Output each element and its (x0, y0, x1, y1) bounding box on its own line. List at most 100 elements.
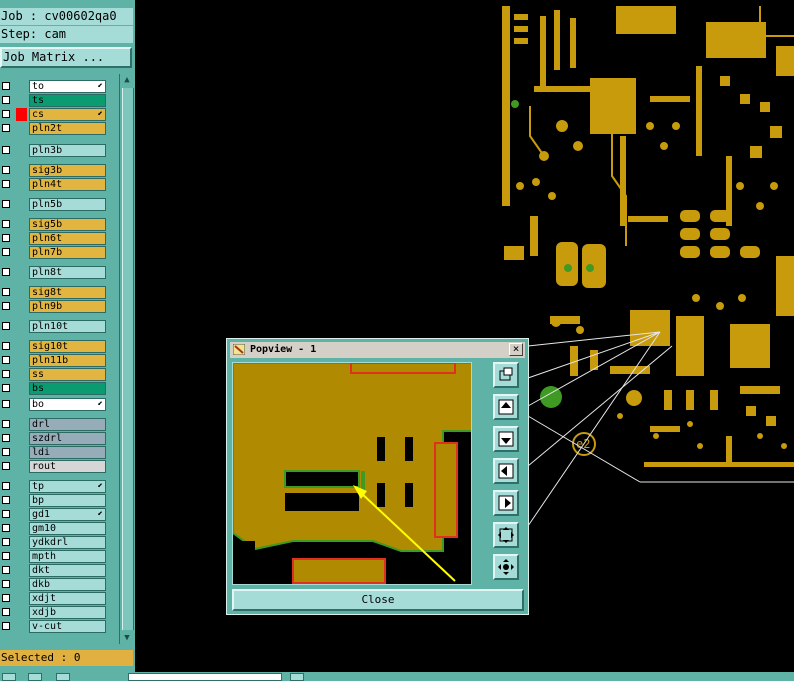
layer-row[interactable]: sig10t (0, 340, 118, 353)
layer-row[interactable]: pln8t (0, 266, 118, 279)
toolbar-button[interactable] (28, 673, 42, 681)
layer-checkbox[interactable] (2, 234, 10, 242)
popview-title-bar[interactable]: Popview - 1 × (230, 342, 525, 358)
layer-row[interactable]: pln5b (0, 198, 118, 211)
layer-row[interactable]: bp (0, 494, 118, 507)
layer-name-label[interactable]: xdjt (29, 592, 106, 605)
layer-checkbox[interactable] (2, 302, 10, 310)
layer-row[interactable]: pln9b (0, 300, 118, 313)
layer-name-label[interactable]: v-cut (29, 620, 106, 633)
layer-name-label[interactable]: sig3b (29, 164, 106, 177)
command-input[interactable] (128, 673, 282, 681)
layer-name-label[interactable]: pln6t (29, 232, 106, 245)
job-matrix-button[interactable]: Job Matrix ... (0, 47, 132, 68)
layer-checkbox[interactable] (2, 96, 10, 104)
layer-row[interactable]: dkb (0, 578, 118, 591)
layer-checkbox[interactable] (2, 420, 10, 428)
layer-name-label[interactable]: pln3b (29, 144, 106, 157)
toolbar-button[interactable] (56, 673, 70, 681)
layer-row[interactable]: szdrl (0, 432, 118, 445)
layer-row[interactable]: drl (0, 418, 118, 431)
pan-right-button[interactable] (493, 490, 519, 516)
board-view[interactable]: e2 (500, 6, 794, 670)
layer-list-scrollbar[interactable]: ▲ ▼ (119, 74, 134, 644)
layer-checkbox[interactable] (2, 356, 10, 364)
layer-name-label[interactable]: cs ⬋ (29, 108, 106, 121)
layer-checkbox[interactable] (2, 448, 10, 456)
layer-checkbox[interactable] (2, 482, 10, 490)
layer-name-label[interactable]: rout (29, 460, 106, 473)
zoom-window-button[interactable] (493, 362, 519, 388)
layer-checkbox[interactable] (2, 268, 10, 276)
layer-row[interactable]: gd1 ⬋ (0, 508, 118, 521)
layer-row[interactable]: sig8t (0, 286, 118, 299)
layer-row[interactable]: xdjb (0, 606, 118, 619)
layer-checkbox[interactable] (2, 400, 10, 408)
layer-row[interactable]: gm10 (0, 522, 118, 535)
layer-name-label[interactable]: dkt (29, 564, 106, 577)
layer-row[interactable]: bs (0, 382, 118, 395)
layer-checkbox[interactable] (2, 434, 10, 442)
layer-name-label[interactable]: pln2t (29, 122, 106, 135)
scroll-down-icon[interactable]: ▼ (121, 632, 133, 644)
layer-row[interactable]: pln6t (0, 232, 118, 245)
layer-row[interactable]: xdjt (0, 592, 118, 605)
layer-checkbox[interactable] (2, 510, 10, 518)
layer-name-label[interactable]: pln4t (29, 178, 106, 191)
layer-name-label[interactable]: sig5b (29, 218, 106, 231)
layer-name-label[interactable]: dkb (29, 578, 106, 591)
layer-row[interactable]: rout (0, 460, 118, 473)
layer-name-label[interactable]: pln9b (29, 300, 106, 313)
layer-checkbox[interactable] (2, 594, 10, 602)
popview-canvas[interactable] (232, 362, 474, 585)
layer-checkbox[interactable] (2, 622, 10, 630)
layer-checkbox[interactable] (2, 608, 10, 616)
layer-name-label[interactable]: sig8t (29, 286, 106, 299)
layer-name-label[interactable]: gm10 (29, 522, 106, 535)
layer-row[interactable]: tp ⬋ (0, 480, 118, 493)
layer-name-label[interactable]: bo ⬋ (29, 398, 106, 411)
layer-row[interactable]: pln4t (0, 178, 118, 191)
layer-row[interactable]: v-cut (0, 620, 118, 633)
layer-checkbox[interactable] (2, 166, 10, 174)
layer-name-label[interactable]: mpth (29, 550, 106, 563)
zoom-fit-button[interactable] (493, 522, 519, 548)
layer-row[interactable]: pln10t (0, 320, 118, 333)
layer-name-label[interactable]: tp ⬋ (29, 480, 106, 493)
layer-name-label[interactable]: szdrl (29, 432, 106, 445)
layer-row[interactable]: sig3b (0, 164, 118, 177)
scrollbar-track[interactable] (122, 88, 134, 630)
layer-row[interactable]: sig5b (0, 218, 118, 231)
layer-name-label[interactable]: pln11b (29, 354, 106, 367)
layer-checkbox[interactable] (2, 552, 10, 560)
layer-row[interactable]: ss (0, 368, 118, 381)
layer-name-label[interactable]: ydkdrl (29, 536, 106, 549)
layer-checkbox[interactable] (2, 462, 10, 470)
layer-checkbox[interactable] (2, 496, 10, 504)
layer-name-label[interactable]: pln7b (29, 246, 106, 259)
layer-checkbox[interactable] (2, 322, 10, 330)
layer-checkbox[interactable] (2, 248, 10, 256)
layer-checkbox[interactable] (2, 566, 10, 574)
layer-row[interactable]: ts (0, 94, 118, 107)
layer-name-label[interactable]: to ⬋ (29, 80, 106, 93)
layer-checkbox[interactable] (2, 384, 10, 392)
pan-left-button[interactable] (493, 458, 519, 484)
layer-row[interactable]: mpth (0, 550, 118, 563)
zoom-home-button[interactable] (493, 554, 519, 580)
layer-row[interactable]: bo ⬋ (0, 398, 118, 411)
layer-checkbox[interactable] (2, 220, 10, 228)
layer-checkbox[interactable] (2, 538, 10, 546)
layer-name-label[interactable]: drl (29, 418, 106, 431)
layer-name-label[interactable]: gd1 ⬋ (29, 508, 106, 521)
layer-name-label[interactable]: ss (29, 368, 106, 381)
layer-row[interactable]: ldi (0, 446, 118, 459)
layer-name-label[interactable]: pln8t (29, 266, 106, 279)
layer-name-label[interactable]: sig10t (29, 340, 106, 353)
layer-row[interactable]: pln2t (0, 122, 118, 135)
layer-row[interactable]: dkt (0, 564, 118, 577)
layer-row[interactable]: pln3b (0, 144, 118, 157)
layer-checkbox[interactable] (2, 580, 10, 588)
close-button[interactable]: Close (232, 589, 524, 611)
layer-checkbox[interactable] (2, 110, 10, 118)
